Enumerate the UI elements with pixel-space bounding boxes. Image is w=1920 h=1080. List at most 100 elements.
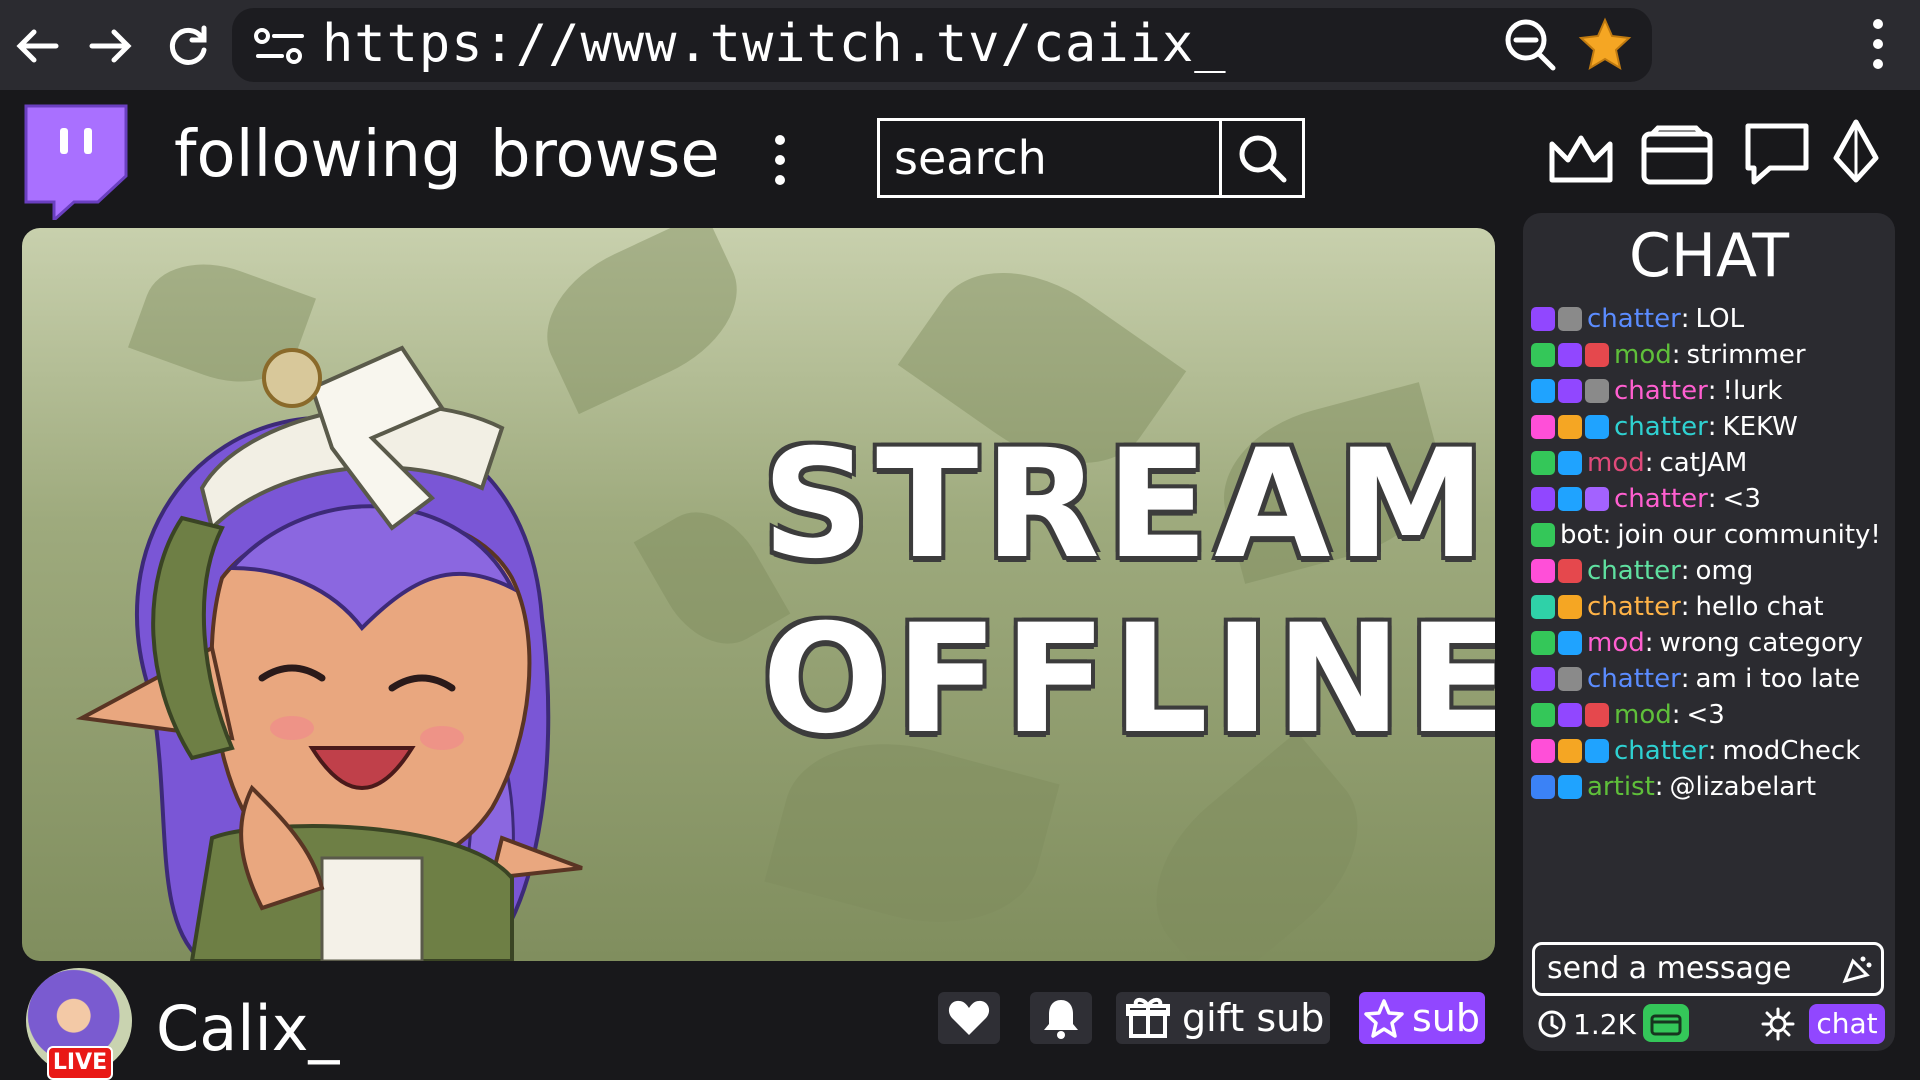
- crown-icon[interactable]: [1546, 130, 1616, 190]
- arrow-right-icon: [89, 29, 132, 63]
- search-button[interactable]: [1219, 121, 1302, 195]
- browser-menu-icon[interactable]: [1866, 14, 1890, 78]
- gift-sub-button[interactable]: gift sub: [1116, 992, 1330, 1044]
- chat-badge-icon[interactable]: [1585, 703, 1609, 727]
- chat-message: chatter: !lurk: [1531, 373, 1782, 409]
- chat-username[interactable]: mod: [1587, 448, 1645, 478]
- chat-badge-icon[interactable]: [1585, 739, 1609, 763]
- whisper-icon[interactable]: [1742, 120, 1812, 192]
- chat-separator: :: [1680, 664, 1690, 694]
- inbox-icon[interactable]: [1640, 124, 1714, 190]
- chat-message: mod: wrong category: [1531, 625, 1863, 661]
- sub-label: sub: [1411, 996, 1480, 1040]
- subscribe-button[interactable]: sub: [1359, 992, 1485, 1044]
- chat-badge-icon[interactable]: [1558, 451, 1582, 475]
- nav-following[interactable]: following: [174, 118, 462, 192]
- chat-badge-icon[interactable]: [1531, 415, 1555, 439]
- chat-separator: :: [1671, 700, 1681, 730]
- search-icon: [1239, 135, 1287, 183]
- chat-badge-icon[interactable]: [1531, 307, 1555, 331]
- reload-button[interactable]: [160, 18, 216, 74]
- back-button[interactable]: [8, 18, 64, 74]
- nav-more-icon[interactable]: [770, 132, 790, 192]
- chat-badge-icon[interactable]: [1531, 379, 1555, 403]
- chat-message: chatter: KEKW: [1531, 409, 1798, 445]
- chat-message-text: LOL: [1695, 304, 1745, 334]
- search-input[interactable]: search: [877, 118, 1305, 198]
- chat-separator: :: [1602, 520, 1612, 550]
- chat-message: bot: join our community!: [1531, 517, 1881, 553]
- chat-username[interactable]: chatter: [1587, 664, 1681, 694]
- chat-badge-icon[interactable]: [1558, 415, 1582, 439]
- chat-username[interactable]: mod: [1587, 628, 1645, 658]
- notifications-button[interactable]: [1030, 992, 1092, 1044]
- site-settings-icon[interactable]: [252, 26, 308, 70]
- channel-name[interactable]: Calix_: [156, 992, 339, 1065]
- chat-panel: CHAT send a message 1.2K chat chatter: LO…: [1523, 213, 1895, 1051]
- browser-toolbar: https://www.twitch.tv/caiix_: [0, 0, 1920, 90]
- chat-send-button[interactable]: chat: [1809, 1004, 1885, 1044]
- chat-badge-icon[interactable]: [1558, 559, 1582, 583]
- chat-username[interactable]: mod: [1614, 340, 1672, 370]
- bits-icon[interactable]: [1830, 118, 1882, 188]
- nav-browse[interactable]: browse: [490, 118, 720, 192]
- chat-badge-icon[interactable]: [1531, 703, 1555, 727]
- chat-badge-icon[interactable]: [1531, 667, 1555, 691]
- chat-settings-gear-icon[interactable]: [1761, 1007, 1795, 1045]
- chat-separator: :: [1644, 628, 1654, 658]
- chat-badge-icon[interactable]: [1558, 307, 1582, 331]
- chat-badge-icon[interactable]: [1585, 379, 1609, 403]
- chat-badge-icon[interactable]: [1558, 631, 1582, 655]
- chat-badge-icon[interactable]: [1558, 595, 1582, 619]
- chat-badge-icon[interactable]: [1531, 595, 1555, 619]
- chat-badge-icon[interactable]: [1585, 343, 1609, 367]
- chat-username[interactable]: mod: [1614, 700, 1672, 730]
- bookmark-star-icon[interactable]: [1576, 16, 1634, 78]
- emote-icon[interactable]: [1839, 953, 1873, 991]
- chat-username[interactable]: chatter: [1614, 412, 1708, 442]
- chat-badge-icon[interactable]: [1558, 379, 1582, 403]
- chat-message-text: am i too late: [1695, 664, 1861, 694]
- chat-badge-icon[interactable]: [1558, 703, 1582, 727]
- chat-badge-icon[interactable]: [1531, 343, 1555, 367]
- chat-message-input[interactable]: send a message: [1532, 942, 1884, 996]
- chat-badge-icon[interactable]: [1531, 487, 1555, 511]
- chat-username[interactable]: artist: [1587, 772, 1655, 802]
- chat-badge-icon[interactable]: [1558, 739, 1582, 763]
- chat-badge-icon[interactable]: [1531, 775, 1555, 799]
- chat-username[interactable]: bot: [1560, 520, 1603, 550]
- chat-badge-icon[interactable]: [1558, 667, 1582, 691]
- url-text[interactable]: https://www.twitch.tv/caiix_: [322, 14, 1227, 74]
- chat-badge-icon[interactable]: [1585, 487, 1609, 511]
- chat-badge-icon[interactable]: [1531, 523, 1555, 547]
- chat-badge-icon[interactable]: [1558, 487, 1582, 511]
- follow-button[interactable]: [938, 992, 1000, 1044]
- channel-points-button[interactable]: [1643, 1004, 1689, 1042]
- chat-username[interactable]: chatter: [1614, 484, 1708, 514]
- chat-badge-icon[interactable]: [1558, 775, 1582, 799]
- chat-badge-icon[interactable]: [1531, 559, 1555, 583]
- zoom-out-icon[interactable]: [1502, 16, 1558, 78]
- chat-username[interactable]: chatter: [1614, 376, 1708, 406]
- twitch-logo[interactable]: [18, 102, 130, 224]
- chat-separator: :: [1654, 772, 1664, 802]
- chat-username[interactable]: chatter: [1614, 736, 1708, 766]
- chat-separator: :: [1707, 376, 1717, 406]
- viewer-count-icon: [1537, 1009, 1567, 1043]
- chat-username[interactable]: chatter: [1587, 304, 1681, 334]
- stream-player-offline[interactable]: STREAM OFFLINE: [22, 228, 1495, 961]
- chat-username[interactable]: chatter: [1587, 556, 1681, 586]
- chat-message-text: catJAM: [1659, 448, 1748, 478]
- chat-username[interactable]: chatter: [1587, 592, 1681, 622]
- chat-badge-icon[interactable]: [1585, 415, 1609, 439]
- chat-badge-icon[interactable]: [1558, 343, 1582, 367]
- reload-icon: [169, 25, 207, 65]
- chat-message: mod: strimmer: [1531, 337, 1806, 373]
- star-icon: [1364, 999, 1404, 1038]
- chat-separator: :: [1680, 556, 1690, 586]
- chat-message-text: omg: [1695, 556, 1754, 586]
- chat-badge-icon[interactable]: [1531, 739, 1555, 763]
- chat-badge-icon[interactable]: [1531, 451, 1555, 475]
- forward-button[interactable]: [84, 18, 140, 74]
- chat-badge-icon[interactable]: [1531, 631, 1555, 655]
